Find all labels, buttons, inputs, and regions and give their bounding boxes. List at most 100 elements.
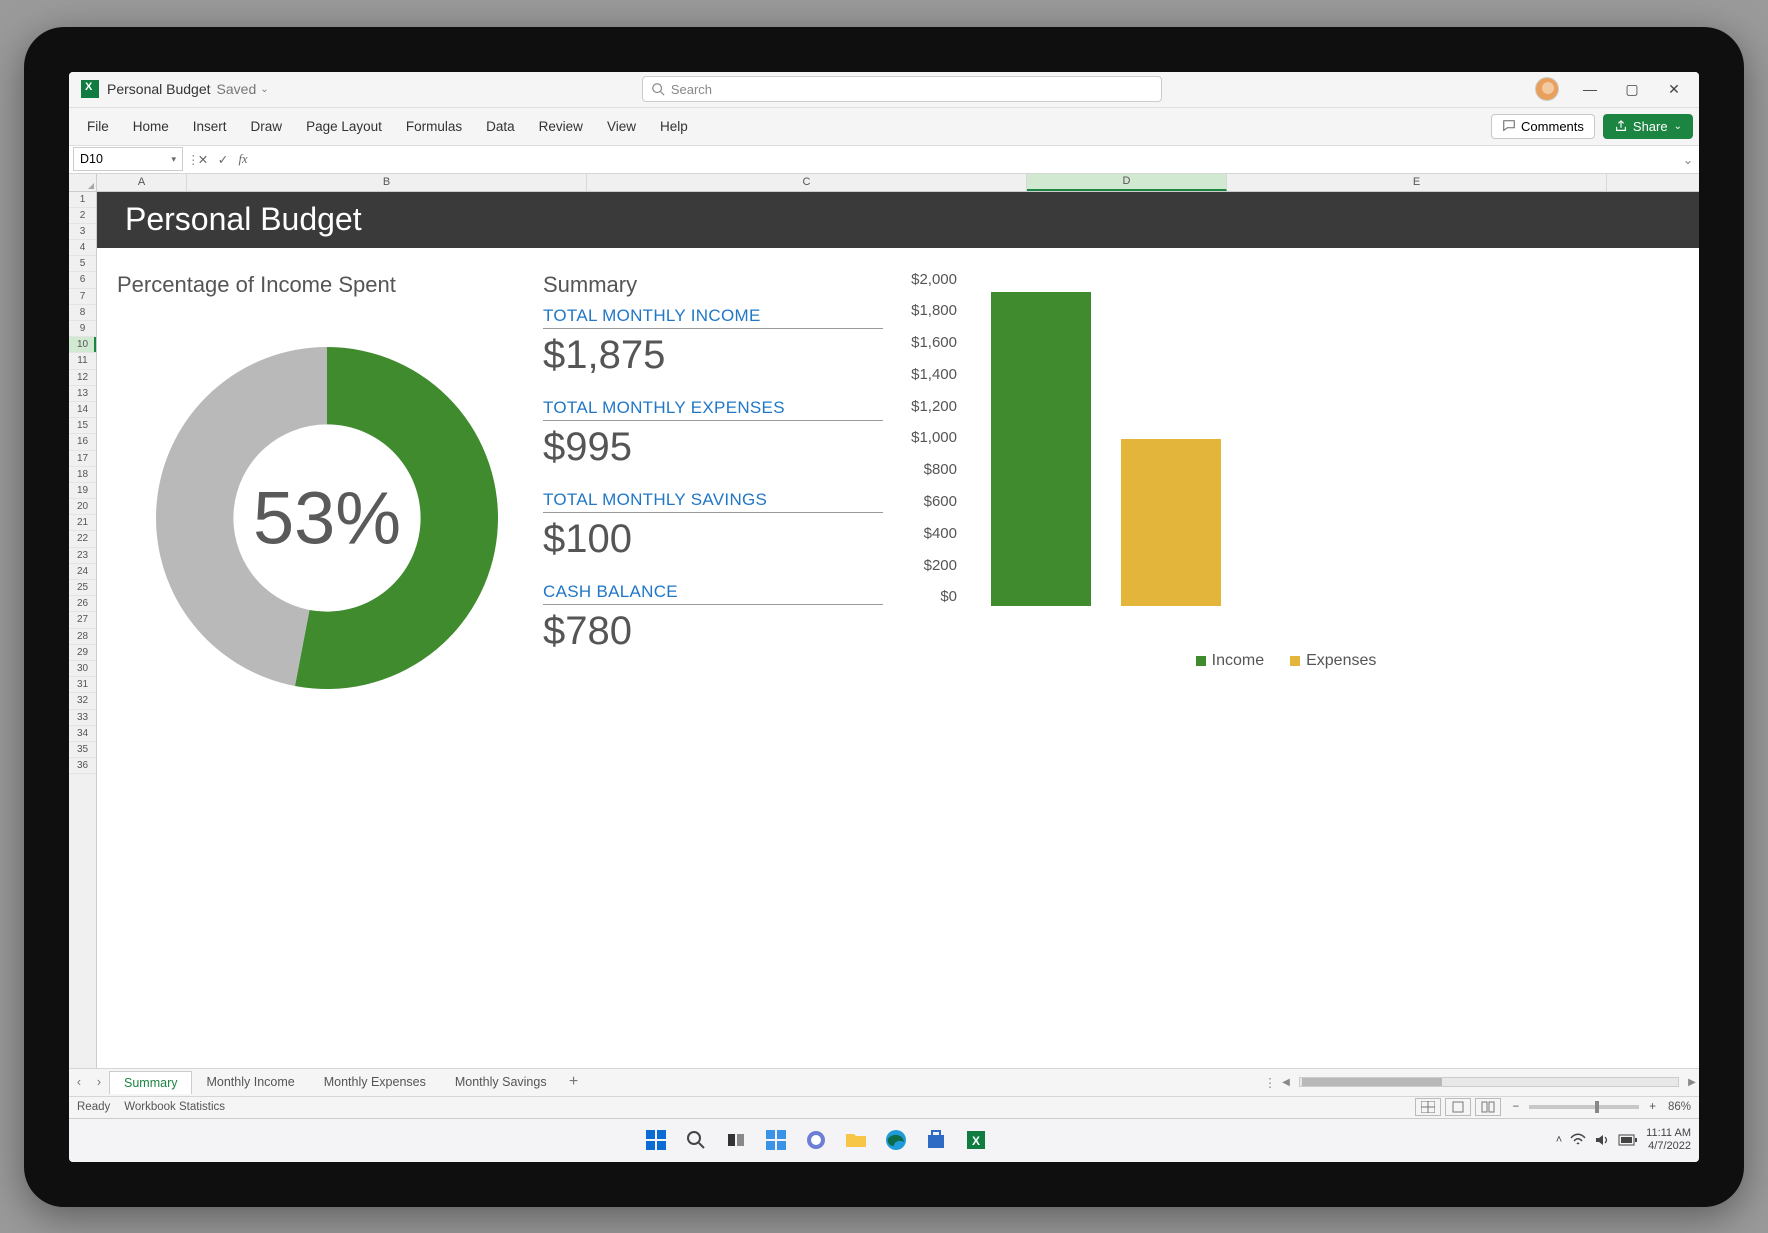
col-header-e[interactable]: E (1227, 174, 1607, 191)
row-header[interactable]: 9 (69, 321, 96, 337)
view-page-break-button[interactable] (1475, 1098, 1501, 1116)
select-all-corner[interactable] (69, 174, 97, 191)
row-header[interactable]: 20 (69, 499, 96, 515)
row-header[interactable]: 30 (69, 661, 96, 677)
view-page-layout-button[interactable] (1445, 1098, 1471, 1116)
row-header[interactable]: 15 (69, 418, 96, 434)
row-header[interactable]: 14 (69, 402, 96, 418)
zoom-in-button[interactable]: + (1649, 1101, 1656, 1113)
add-sheet-button[interactable]: + (562, 1073, 586, 1091)
ribbon-tab-file[interactable]: File (75, 111, 121, 142)
row-header[interactable]: 1 (69, 192, 96, 208)
zoom-slider[interactable] (1529, 1105, 1639, 1109)
avatar[interactable] (1535, 77, 1559, 101)
row-header[interactable]: 24 (69, 564, 96, 580)
row-header[interactable]: 7 (69, 289, 96, 305)
volume-icon[interactable] (1594, 1133, 1610, 1147)
ribbon-tab-review[interactable]: Review (527, 111, 595, 142)
edge-button[interactable] (880, 1124, 912, 1156)
zoom-out-button[interactable]: − (1513, 1101, 1520, 1113)
row-header[interactable]: 21 (69, 515, 96, 531)
formula-expand-icon[interactable]: ⌄ (1677, 152, 1699, 167)
hscroll-track[interactable] (1299, 1077, 1679, 1087)
col-header-c[interactable]: C (587, 174, 1027, 191)
ribbon-tab-data[interactable]: Data (474, 111, 527, 142)
ribbon-tab-draw[interactable]: Draw (239, 111, 295, 142)
row-header[interactable]: 27 (69, 612, 96, 628)
name-box[interactable]: D10 ▾ (73, 147, 183, 171)
row-header[interactable]: 18 (69, 467, 96, 483)
row-header[interactable]: 23 (69, 548, 96, 564)
clock[interactable]: 11:11 AM 4/7/2022 (1646, 1127, 1691, 1152)
row-header[interactable]: 25 (69, 580, 96, 596)
save-dropdown-icon[interactable]: ⌄ (260, 84, 268, 95)
row-header[interactable]: 10 (69, 337, 96, 353)
start-button[interactable] (640, 1124, 672, 1156)
row-header[interactable]: 11 (69, 353, 96, 369)
row-header[interactable]: 35 (69, 742, 96, 758)
row-header[interactable]: 31 (69, 677, 96, 693)
accept-formula-button[interactable]: ✓ (213, 152, 233, 167)
row-header[interactable]: 6 (69, 272, 96, 288)
taskbar-search-button[interactable] (680, 1124, 712, 1156)
battery-icon[interactable] (1618, 1134, 1638, 1146)
ribbon-tab-view[interactable]: View (595, 111, 648, 142)
col-header-b[interactable]: B (187, 174, 587, 191)
col-header-d[interactable]: D (1027, 174, 1227, 191)
tab-options-icon[interactable]: ⋮ (1261, 1075, 1279, 1090)
widgets-button[interactable] (760, 1124, 792, 1156)
hscroll-right[interactable]: ▶ (1685, 1077, 1699, 1088)
row-header[interactable]: 17 (69, 451, 96, 467)
row-header[interactable]: 32 (69, 693, 96, 709)
comments-button[interactable]: Comments (1491, 114, 1595, 139)
share-button[interactable]: Share ⌄ (1603, 114, 1693, 139)
ribbon-tab-insert[interactable]: Insert (181, 111, 239, 142)
tab-nav-next[interactable]: › (89, 1075, 109, 1089)
row-header[interactable]: 5 (69, 256, 96, 272)
ribbon-tab-page-layout[interactable]: Page Layout (294, 111, 394, 142)
save-state[interactable]: Saved (217, 81, 257, 97)
sheet-canvas[interactable]: Personal Budget Percentage of Income Spe… (97, 192, 1699, 1068)
cancel-formula-button[interactable]: ✕ (193, 152, 213, 167)
fx-button[interactable]: fx (233, 152, 253, 167)
maximize-button[interactable]: ▢ (1611, 73, 1653, 105)
row-header[interactable]: 19 (69, 483, 96, 499)
workbook-stats[interactable]: Workbook Statistics (124, 1101, 225, 1113)
excel-taskbar-button[interactable]: X (960, 1124, 992, 1156)
hscroll-left[interactable]: ◀ (1279, 1077, 1293, 1088)
chevron-down-icon[interactable]: ▾ (171, 154, 176, 165)
sheet-tab-monthly-savings[interactable]: Monthly Savings (441, 1071, 562, 1094)
row-header[interactable]: 29 (69, 645, 96, 661)
row-header[interactable]: 22 (69, 531, 96, 547)
close-button[interactable]: ✕ (1653, 73, 1695, 105)
file-explorer-button[interactable] (840, 1124, 872, 1156)
sheet-tab-summary[interactable]: Summary (109, 1071, 192, 1094)
row-header[interactable]: 33 (69, 710, 96, 726)
row-header[interactable]: 13 (69, 386, 96, 402)
tray-expand-icon[interactable]: ˄ (1556, 1134, 1562, 1146)
chat-button[interactable] (800, 1124, 832, 1156)
sheet-tab-monthly-income[interactable]: Monthly Income (192, 1071, 309, 1094)
view-normal-button[interactable] (1415, 1098, 1441, 1116)
tab-nav-prev[interactable]: ‹ (69, 1075, 89, 1089)
row-header[interactable]: 36 (69, 758, 96, 774)
sheet-tab-monthly-expenses[interactable]: Monthly Expenses (310, 1071, 441, 1094)
row-header[interactable]: 4 (69, 240, 96, 256)
row-header[interactable]: 34 (69, 726, 96, 742)
task-view-button[interactable] (720, 1124, 752, 1156)
row-header[interactable]: 28 (69, 629, 96, 645)
minimize-button[interactable]: — (1569, 73, 1611, 105)
row-header[interactable]: 3 (69, 224, 96, 240)
row-header[interactable]: 26 (69, 596, 96, 612)
row-header[interactable]: 8 (69, 305, 96, 321)
hscroll-thumb[interactable] (1302, 1078, 1442, 1086)
ribbon-tab-home[interactable]: Home (121, 111, 181, 142)
row-header[interactable]: 2 (69, 208, 96, 224)
col-header-a[interactable]: A (97, 174, 187, 191)
row-header[interactable]: 12 (69, 370, 96, 386)
store-button[interactable] (920, 1124, 952, 1156)
row-header[interactable]: 16 (69, 434, 96, 450)
wifi-icon[interactable] (1570, 1133, 1586, 1147)
ribbon-tab-formulas[interactable]: Formulas (394, 111, 474, 142)
zoom-level[interactable]: 86% (1668, 1101, 1691, 1113)
